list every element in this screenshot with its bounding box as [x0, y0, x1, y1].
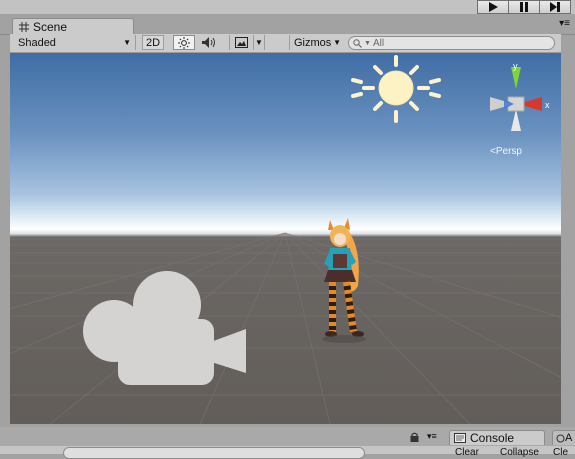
pause-button[interactable] [508, 0, 540, 14]
step-button[interactable] [539, 0, 571, 14]
search-icon [353, 38, 362, 48]
tab-console[interactable]: Console [449, 430, 545, 445]
chevron-down-icon: ▼ [333, 38, 341, 47]
effects-dropdown-arrow[interactable]: ▼ [253, 35, 265, 50]
play-controls [477, 0, 571, 14]
scene-grid-icon [19, 21, 29, 32]
x-axis-label: x [545, 100, 550, 110]
scene-toolbar: Shaded ▼ 2D ▼ Gizmos ▼ ▼ All [10, 34, 561, 53]
tab-animation[interactable]: A [552, 430, 575, 445]
chevron-down-icon: ▼ [123, 38, 131, 47]
search-filter-chevron-icon: ▼ [364, 39, 371, 47]
console-search-input[interactable] [63, 447, 365, 459]
image-effects-icon [235, 37, 248, 48]
shading-mode-dropdown[interactable]: Shaded ▼ [14, 35, 136, 50]
shading-mode-value: Shaded [18, 36, 56, 49]
panel-menu-icon[interactable]: ▾≡ [427, 431, 437, 442]
scene-lighting-button[interactable] [173, 35, 195, 50]
scene-audio-button[interactable] [198, 35, 220, 50]
lock-icon[interactable] [410, 432, 419, 442]
search-placeholder: All [372, 37, 385, 49]
tab-menu-icon[interactable]: ▾≡ [559, 18, 570, 29]
2d-mode-label: 2D [145, 36, 161, 49]
scene-tab-row: Scene ▾≡ [0, 14, 575, 35]
scene-viewport[interactable]: y x <Persp [10, 53, 561, 424]
anime-fox-girl-character[interactable] [300, 216, 376, 346]
tab-scene-label: Scene [33, 19, 68, 34]
pause-icon [520, 2, 528, 12]
gizmos-label: Gizmos [294, 36, 332, 49]
sun-light-icon[interactable] [350, 55, 442, 123]
lighting-sun-icon [178, 36, 190, 49]
camera-gizmo-icon[interactable] [82, 269, 250, 389]
scene-effects-button[interactable] [229, 35, 253, 50]
projection-toggle[interactable]: <Persp [490, 146, 522, 157]
tab-animation-label: A [565, 432, 573, 444]
chevron-down-icon: ▼ [255, 38, 263, 47]
orientation-gizmo[interactable]: y x [478, 61, 554, 137]
gizmos-dropdown[interactable]: Gizmos ▼ [289, 35, 343, 50]
bottom-panel: ▾≡ Console A Clear Collapse Cle [0, 427, 575, 459]
neg-y-axis-cone[interactable] [511, 109, 521, 131]
play-button[interactable] [477, 0, 509, 14]
y-axis-label: y [513, 61, 518, 71]
projection-label: Persp [495, 146, 522, 157]
clear-on-play-button[interactable]: Cle [553, 447, 568, 458]
tab-animation-icon [556, 434, 565, 442]
play-icon [489, 2, 498, 12]
2d-mode-button[interactable]: 2D [142, 35, 164, 50]
clear-button[interactable]: Clear [455, 447, 479, 458]
collapse-button[interactable]: Collapse [500, 447, 539, 458]
speaker-icon [202, 37, 215, 48]
console-icon [454, 433, 466, 443]
step-icon [550, 2, 560, 12]
play-toolbar [0, 0, 575, 14]
scene-search-input[interactable]: ▼ All [348, 36, 555, 50]
tab-console-label: Console [470, 431, 515, 445]
tab-scene[interactable]: Scene [12, 18, 134, 34]
